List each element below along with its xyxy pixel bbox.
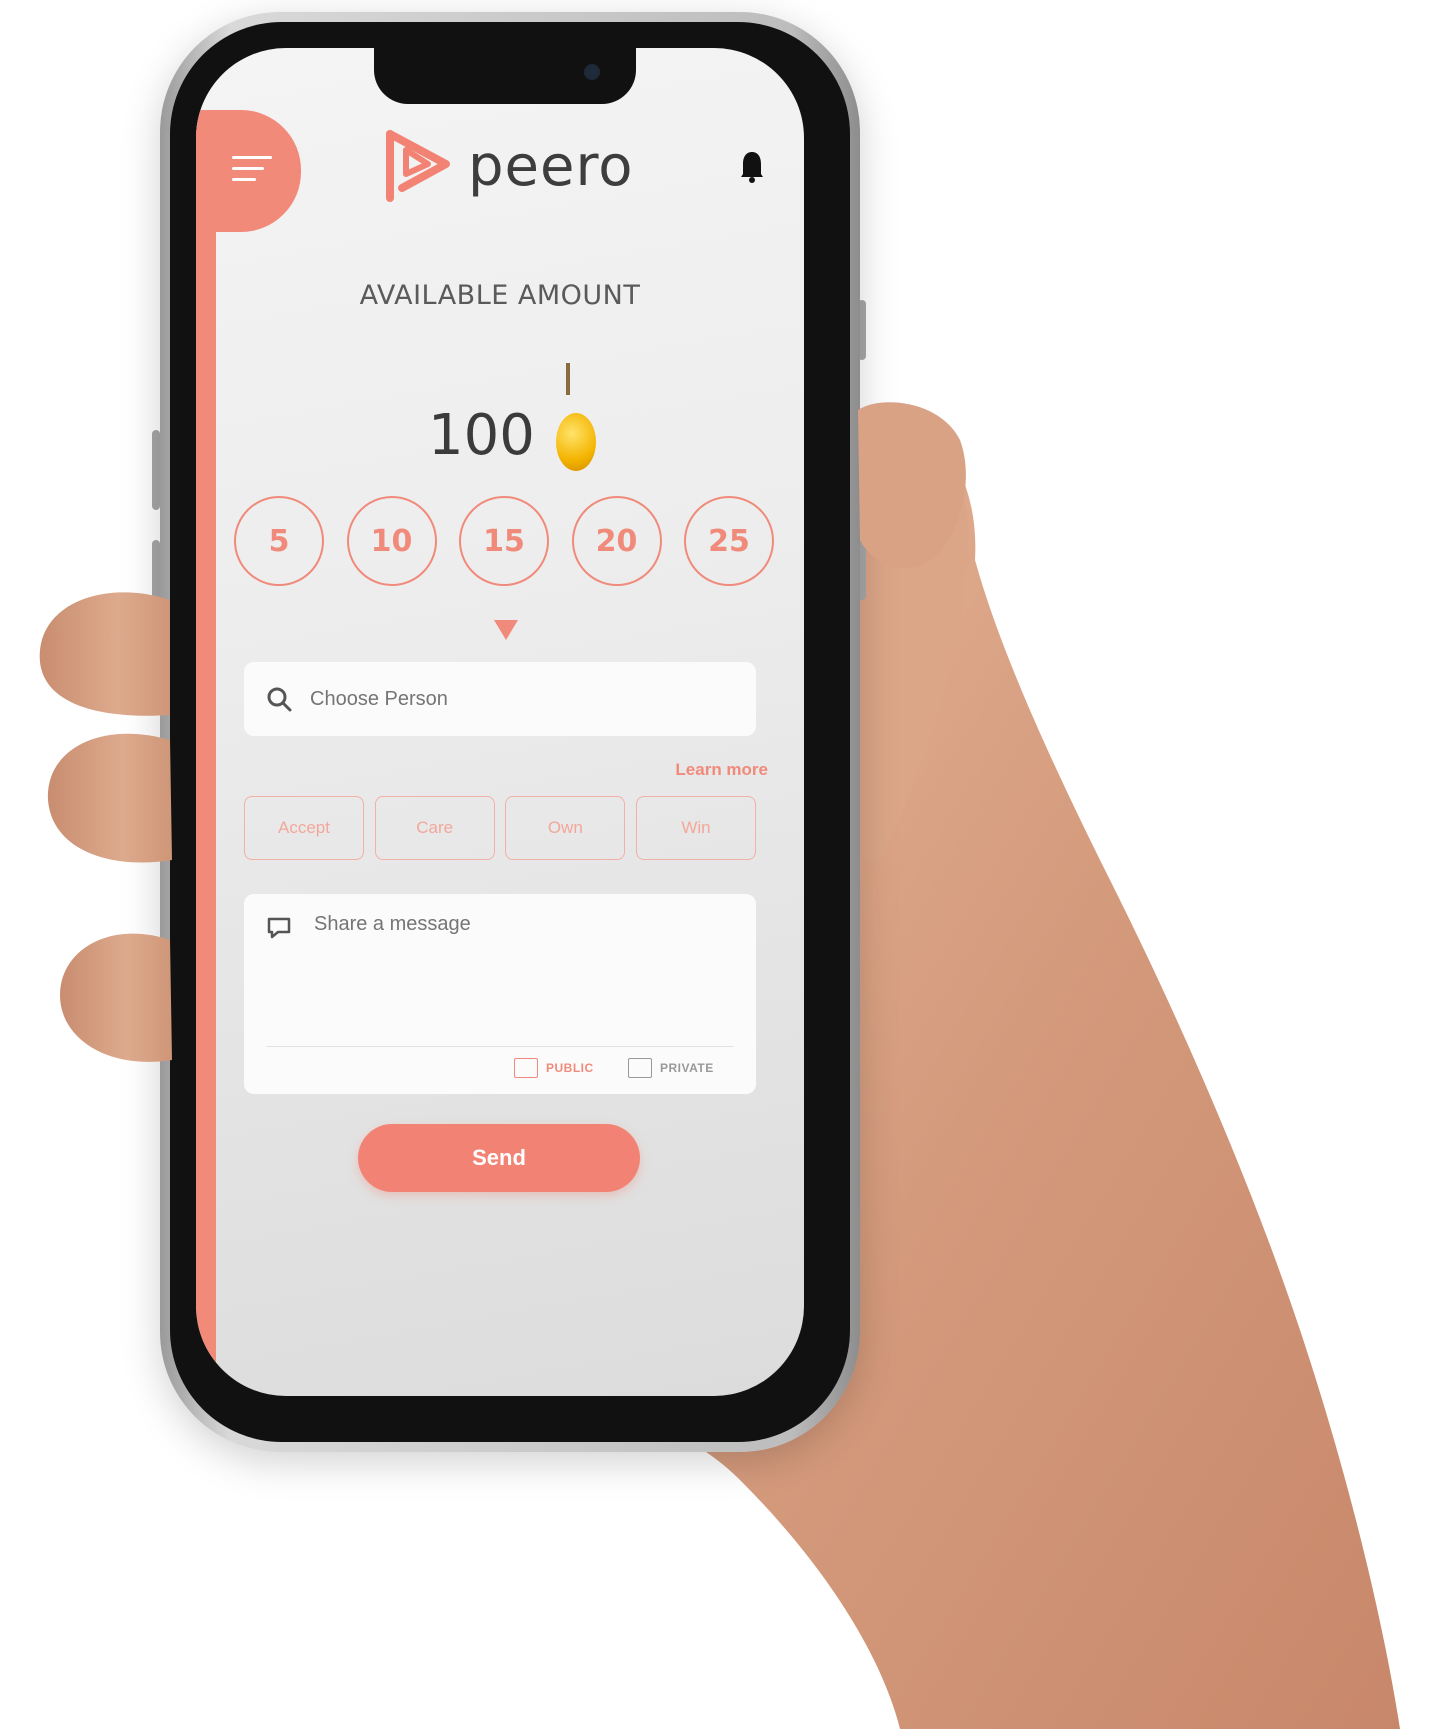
hand-fingers-illustration xyxy=(39,402,966,1062)
